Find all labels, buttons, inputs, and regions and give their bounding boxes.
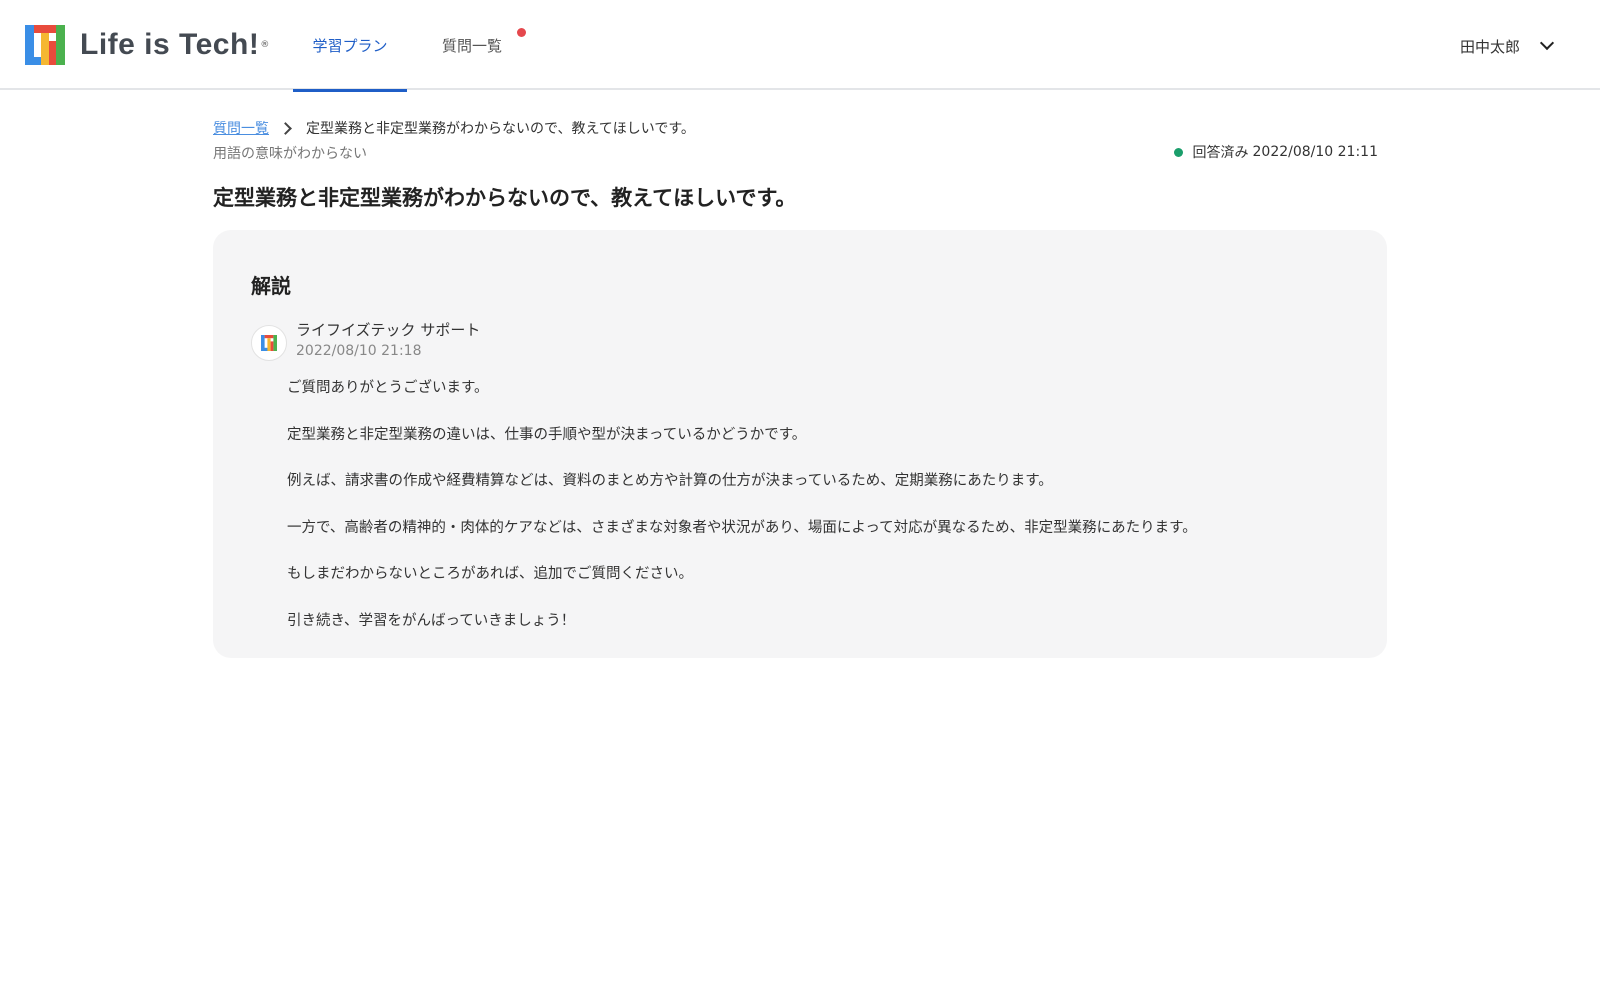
question-category: 用語の意味がわからない	[213, 146, 367, 162]
page-title: 定型業務と非定型業務がわからないので、教えてほしいです。	[213, 186, 797, 210]
support-avatar-icon	[251, 325, 287, 361]
breadcrumb-link-question-list[interactable]: 質問一覧	[213, 118, 269, 138]
answer-card: 解説 ライフイズテック サポート 2022/08/10 21:18 ご質問ありが…	[213, 230, 1387, 658]
logo-text: Life is Tech!	[80, 28, 260, 61]
answer-paragraph: 例えば、請求書の作成や経費精算などは、資料のまとめ方や計算の仕方が決まっているた…	[287, 473, 1053, 489]
answer-heading: 解説	[251, 274, 291, 298]
answer-paragraph: もしまだわからないところがあれば、追加でご質問ください。	[287, 566, 693, 582]
lifeistech-logo-mark-icon	[25, 25, 65, 65]
breadcrumb: 質問一覧 定型業務と非定型業務がわからないので、教えてほしいです。	[213, 118, 695, 138]
lifeistech-logo-mark-icon	[261, 335, 277, 351]
tab-question-list-label: 質問一覧	[442, 36, 503, 55]
chevron-right-icon	[279, 121, 292, 135]
answer-paragraph: 引き続き、学習をがんばっていきましょう！	[287, 612, 576, 629]
tab-learning-plan[interactable]: 学習プラン	[293, 0, 407, 92]
answer-status: 回答済み 2022/08/10 21:11	[1173, 142, 1379, 162]
tab-question-list[interactable]: 質問一覧	[432, 0, 542, 90]
answer-paragraph: 一方で、高齢者の精神的・肉体的ケアなどは、さまざまな対象者や状況があり、場面によ…	[287, 519, 1197, 536]
answer-paragraph: 定型業務と非定型業務の違いは、仕事の手順や型が決まっているかどうかです。	[287, 426, 807, 443]
chevron-down-icon[interactable]	[1539, 35, 1555, 51]
status-date: 2022/08/10 21:11	[1252, 144, 1379, 160]
top-header: Life is Tech! ® 学習プラン 質問一覧 田中太郎	[0, 0, 1600, 92]
notification-dot-icon	[517, 28, 526, 37]
breadcrumb-current: 定型業務と非定型業務がわからないので、教えてほしいです。	[306, 121, 695, 137]
answer-paragraph: ご質問ありがとうございます。	[287, 380, 489, 396]
answer-body: ご質問ありがとうございます。 定型業務と非定型業務の違いは、仕事の手順や型が決ま…	[287, 378, 1347, 657]
tab-learning-plan-label: 学習プラン	[312, 36, 388, 55]
user-menu[interactable]: 田中太郎	[1460, 28, 1555, 64]
logo-registered-mark: ®	[260, 40, 270, 50]
status-dot-icon	[1173, 147, 1183, 157]
answer-date: 2022/08/10 21:18	[296, 343, 422, 359]
answer-author: ライフイズテック サポート	[296, 321, 481, 339]
user-name: 田中太郎	[1460, 37, 1521, 56]
status-label: 回答済み	[1192, 145, 1249, 161]
site-logo[interactable]: Life is Tech! ®	[25, 22, 269, 68]
